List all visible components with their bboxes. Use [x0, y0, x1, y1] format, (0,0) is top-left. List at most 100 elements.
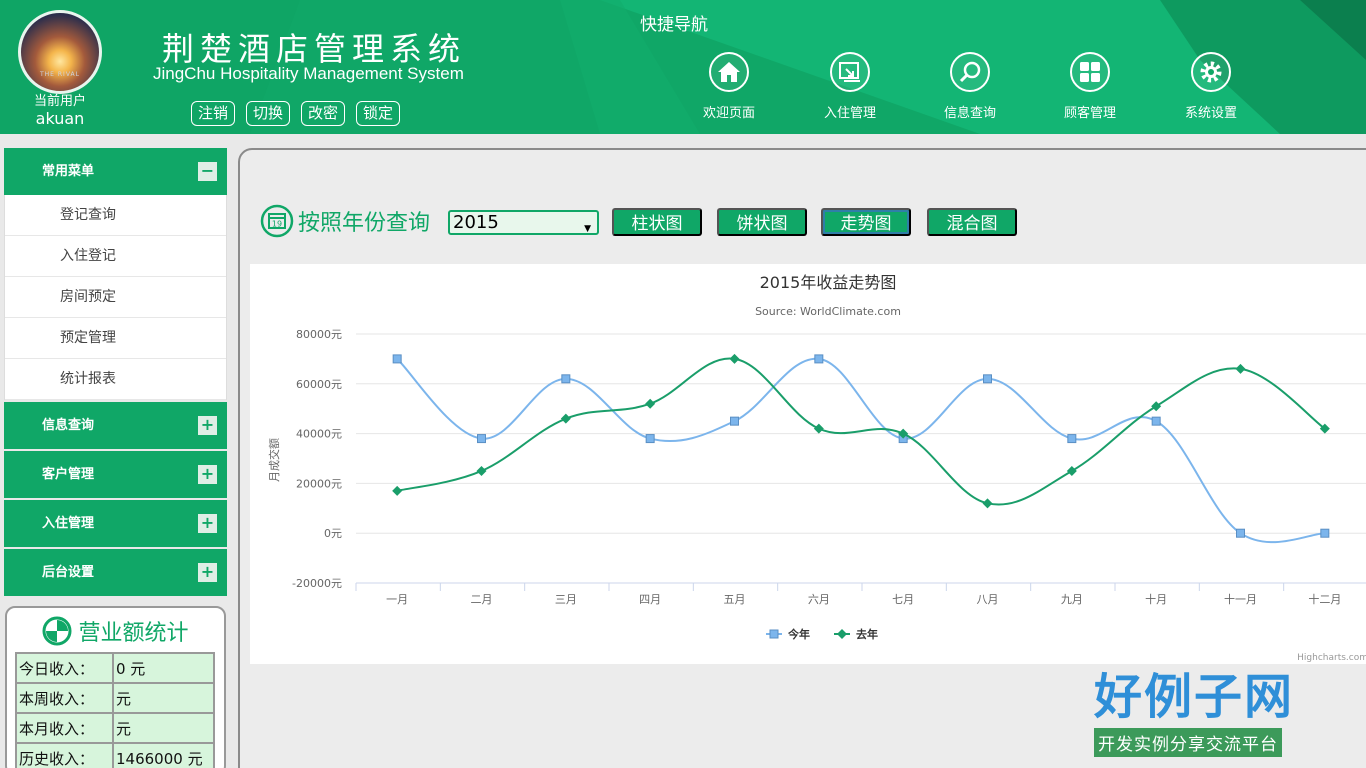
y-tick-label: 40000元 — [296, 428, 342, 441]
watermark-logo-sub: 开发实例分享交流平台 — [1094, 728, 1282, 757]
data-point[interactable] — [1236, 528, 1245, 538]
data-point[interactable] — [1066, 465, 1077, 476]
legend-item[interactable]: 今年 — [766, 627, 810, 641]
data-point[interactable] — [561, 374, 571, 384]
y-tick-label: 80000元 — [296, 328, 342, 341]
year-query-title: 19 按照年份查询 — [260, 204, 430, 238]
x-tick-label: 一月 — [386, 593, 408, 606]
series-line — [396, 357, 1326, 506]
data-point[interactable] — [392, 354, 402, 364]
revenue-stats-panel: 营业额统计 今日收入： 0 元 本周收入：元 本月收入：元 历史收入： 146600… — [5, 606, 226, 768]
year-select[interactable]: 2015 ▼ — [448, 210, 599, 235]
legend-item[interactable]: 去年 — [834, 627, 878, 641]
quick-nav-checkin[interactable]: 入住管理 — [800, 52, 900, 121]
switch-user-button[interactable]: 切换 — [246, 101, 291, 126]
sidebar-item-checkin-register[interactable]: 入住登记 — [5, 236, 226, 277]
legend-marker — [837, 629, 847, 639]
data-point[interactable] — [982, 498, 993, 509]
sidebar-group-label: 常用菜单 — [42, 164, 95, 179]
sidebar-group-label: 信息查询 — [42, 418, 95, 433]
data-point[interactable] — [1151, 401, 1162, 412]
sidebar-group-customer[interactable]: 客户管理 + — [4, 451, 227, 498]
x-tick-label: 八月 — [977, 593, 999, 606]
system-subtitle: JingChu Hospitality Management System — [153, 64, 464, 83]
revenue-value: 0 元 — [112, 652, 215, 684]
sidebar-submenu: 登记查询 入住登记 房间预定 预定管理 统计报表 — [4, 195, 227, 400]
gear-icon — [1191, 52, 1231, 92]
revenue-value: 元 — [112, 712, 215, 744]
sidebar-group-common[interactable]: 常用菜单 − — [4, 148, 227, 195]
revenue-value: 1466000 元 — [112, 742, 215, 768]
x-tick-label: 五月 — [724, 593, 746, 606]
expand-icon[interactable]: + — [198, 416, 217, 435]
data-point[interactable] — [729, 353, 740, 364]
data-point[interactable] — [1151, 416, 1161, 426]
x-tick-label: 六月 — [808, 593, 830, 606]
data-point[interactable] — [1320, 528, 1330, 538]
collapse-icon[interactable]: − — [198, 162, 217, 181]
quick-nav-label: 系统设置 — [1184, 106, 1237, 121]
current-user-label: 当前用户 — [33, 94, 86, 109]
quick-nav-welcome[interactable]: 欢迎页面 — [679, 52, 779, 121]
data-point[interactable] — [813, 423, 824, 434]
lock-button[interactable]: 锁定 — [356, 101, 401, 126]
quick-nav-settings[interactable]: 系统设置 — [1161, 52, 1261, 121]
revenue-stats-title: 营业额统计 — [15, 614, 216, 648]
sidebar-item-room-reserve[interactable]: 房间预定 — [5, 277, 226, 318]
change-password-button[interactable]: 改密 — [301, 101, 346, 126]
trend-chart-button[interactable]: 走势图 — [821, 208, 911, 236]
revenue-key: 本周收入： — [15, 682, 114, 714]
data-point[interactable] — [983, 374, 992, 384]
sidebar: 常用菜单 − 登记查询 入住登记 房间预定 预定管理 统计报表 信息查询 + 客… — [4, 148, 227, 598]
y-tick-label: 20000元 — [296, 477, 342, 490]
data-point[interactable] — [645, 398, 656, 409]
avatar[interactable]: THE RIVAL — [18, 10, 102, 94]
bar-chart-button[interactable]: 柱状图 — [612, 208, 702, 236]
sidebar-item-reserve-manage[interactable]: 预定管理 — [5, 318, 226, 359]
chevron-down-icon: ▼ — [584, 224, 591, 234]
data-point[interactable] — [392, 485, 403, 496]
data-point[interactable] — [477, 434, 486, 444]
data-point[interactable] — [560, 413, 571, 424]
search-icon — [950, 52, 990, 92]
watermark-logo-main: 好例子网 — [1094, 669, 1295, 725]
data-point[interactable] — [1235, 363, 1246, 374]
sidebar-group-info-query[interactable]: 信息查询 + — [4, 402, 227, 449]
revenue-table: 今日收入： 0 元 本周收入：元 本月收入：元 历史收入： 1466000 元 — [15, 652, 215, 768]
x-tick-label: 三月 — [555, 593, 577, 606]
quick-nav-info-query[interactable]: 信息查询 — [920, 52, 1020, 121]
data-point[interactable] — [476, 465, 487, 476]
sidebar-group-checkin[interactable]: 入住管理 + — [4, 500, 227, 547]
quick-nav-label: 顾客管理 — [1063, 106, 1116, 121]
checkin-icon — [830, 52, 870, 92]
quick-nav-label: 信息查询 — [943, 106, 996, 121]
table-row: 本月收入：元 — [15, 712, 215, 744]
mixed-chart-button[interactable]: 混合图 — [927, 208, 1017, 236]
y-tick-label: 0元 — [324, 527, 342, 540]
logout-button[interactable]: 注销 — [191, 101, 236, 126]
quick-nav-label: 欢迎页面 — [702, 106, 755, 121]
quick-nav-customer[interactable]: 顾客管理 — [1040, 52, 1140, 121]
year-query-label: 按照年份查询 — [298, 211, 431, 236]
expand-icon[interactable]: + — [198, 465, 217, 484]
expand-icon[interactable]: + — [198, 563, 217, 582]
expand-icon[interactable]: + — [198, 514, 217, 533]
x-tick-label: 二月 — [471, 593, 493, 606]
avatar-text: THE RIVAL — [40, 71, 80, 78]
revenue-key: 本月收入： — [15, 712, 114, 744]
quick-nav-title: 快捷导航 — [640, 15, 708, 35]
pie-chart-button[interactable]: 饼状图 — [717, 208, 807, 236]
x-tick-label: 十二月 — [1308, 592, 1341, 606]
sidebar-item-register-query[interactable]: 登记查询 — [5, 195, 226, 236]
chart-credits[interactable]: Highcharts.com — [1297, 653, 1366, 663]
revenue-key: 今日收入： — [15, 652, 114, 684]
data-point[interactable] — [814, 354, 824, 364]
sidebar-group-backend[interactable]: 后台设置 + — [4, 549, 227, 596]
legend-label: 去年 — [856, 627, 878, 641]
data-point[interactable] — [645, 434, 655, 444]
table-row: 历史收入： 1466000 元 — [15, 742, 215, 768]
data-point[interactable] — [730, 416, 739, 426]
sidebar-item-statistics[interactable]: 统计报表 — [5, 359, 226, 400]
pie-icon — [42, 616, 72, 646]
data-point[interactable] — [1067, 434, 1077, 444]
